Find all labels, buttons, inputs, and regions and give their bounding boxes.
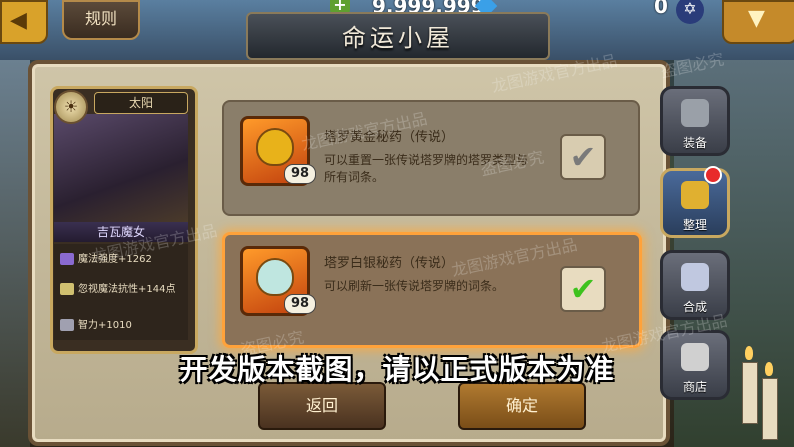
card-stats: 魔法强度+1262 忽视魔法抗性+144点 智力+1010 xyxy=(54,244,188,340)
back-label: 返回 xyxy=(305,396,338,415)
tab-equipment[interactable]: 装备 xyxy=(660,86,730,156)
card-name-bar: 吉瓦魔女 xyxy=(54,222,188,242)
item-count-badge: 98 xyxy=(284,164,316,184)
notification-dot xyxy=(704,166,722,184)
rules-label: 规则 xyxy=(84,9,117,28)
star-amount: 0 xyxy=(654,0,668,18)
tab-synthesis[interactable]: 合成 xyxy=(660,250,730,320)
magic-power-icon xyxy=(60,253,74,265)
cards-stack-icon xyxy=(681,181,709,209)
card-type-label: 太阳 xyxy=(128,96,153,110)
card-name: 吉瓦魔女 xyxy=(96,225,145,239)
item-name: 塔罗黄金秘药（传说） xyxy=(324,130,455,145)
background-left xyxy=(0,60,30,447)
card-type-bar: 太阳 xyxy=(94,92,188,114)
check-icon: ✔ xyxy=(569,138,597,176)
stat-magic-power: 魔法强度+1262 xyxy=(60,250,152,265)
back-button[interactable]: 返回 xyxy=(258,382,386,430)
gold-potion-icon xyxy=(256,128,294,166)
rules-button[interactable]: 规则 xyxy=(62,0,140,40)
item-description: 可以重置一张传说塔罗牌的塔罗类型与所有词条。 xyxy=(324,153,529,184)
star-card-icon xyxy=(681,263,709,291)
item-count-badge: 98 xyxy=(284,294,316,314)
item-description: 可以刷新一张传说塔罗牌的词条。 xyxy=(324,279,505,293)
select-checkbox-gold[interactable]: ✔ xyxy=(560,134,606,180)
item-name: 塔罗白银秘药（传说） xyxy=(324,256,455,271)
back-arrow-button[interactable]: ◀ xyxy=(0,0,48,44)
back-arrow-icon: ◀ xyxy=(10,8,27,33)
card-artwork xyxy=(54,114,188,222)
confirm-button[interactable]: 确定 xyxy=(458,382,586,430)
dev-build-notice: 开发版本截图，请以正式版本为准 xyxy=(179,353,615,386)
magic-penetration-icon xyxy=(60,283,74,295)
stat-magic-penetration: 忽视魔法抗性+144点 xyxy=(60,280,175,295)
helmet-icon xyxy=(681,99,709,127)
page-title: 命运小屋 xyxy=(342,24,454,52)
silver-potion-icon xyxy=(256,258,294,296)
select-checkbox-silver[interactable]: ✔ xyxy=(560,266,606,312)
stat-intelligence: 智力+1010 xyxy=(60,316,132,331)
check-icon: ✔ xyxy=(569,270,597,308)
chevron-down-icon: ▼ xyxy=(748,6,765,31)
intelligence-icon xyxy=(60,319,74,331)
confirm-label: 确定 xyxy=(505,396,538,415)
sun-icon: ☀ xyxy=(54,90,88,124)
menu-toggle-button[interactable]: ▼ xyxy=(722,0,794,44)
